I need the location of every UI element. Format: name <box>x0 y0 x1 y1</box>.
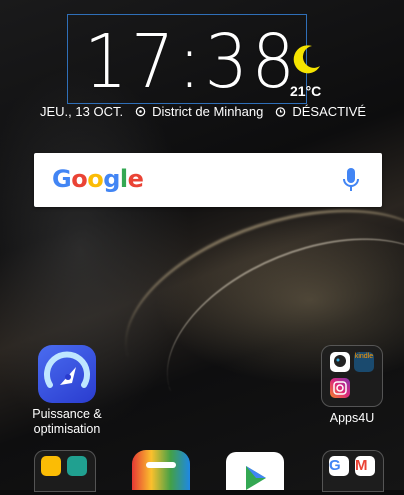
moon-icon <box>293 45 320 74</box>
kindle-label: kindle <box>354 353 374 360</box>
play-store-icon[interactable] <box>226 452 284 490</box>
alarm-clock-icon <box>276 107 286 117</box>
date-location-alarm-line: JEU., 13 OCT. District de Minhang DÉSACT… <box>40 104 366 119</box>
bottom-folder-left[interactable] <box>34 450 96 492</box>
date-text[interactable]: JEU., 13 OCT. <box>40 104 123 119</box>
location-pin-icon <box>135 106 146 117</box>
temperature[interactable]: 21°C <box>290 83 321 99</box>
google-app-icon: G <box>329 456 349 476</box>
kindle-app-icon: kindle <box>354 352 374 372</box>
folder-label: Apps4U <box>329 411 375 425</box>
photos-app-icon[interactable] <box>132 450 190 490</box>
notes-app-icon <box>330 352 350 372</box>
logo-letter: g <box>103 165 120 193</box>
maps-app-icon <box>41 456 61 476</box>
speedometer-rocket-icon <box>38 345 96 403</box>
instagram-icon <box>330 378 350 398</box>
location-text[interactable]: District de Minhang <box>152 104 263 119</box>
app-label-line2: optimisation <box>33 422 101 436</box>
gmail-icon: M <box>355 456 375 476</box>
bottom-folder-right[interactable]: G M <box>322 450 384 492</box>
app-label-line1: Puissance & <box>32 407 102 421</box>
alarm-status[interactable]: DÉSACTIVÉ <box>292 104 366 119</box>
power-optimization-app[interactable]: Puissance & optimisation <box>22 345 112 437</box>
logo-letter: l <box>119 165 128 193</box>
google-logo: Google <box>52 165 144 193</box>
logo-letter: o <box>87 165 104 193</box>
contacts-app-icon <box>67 456 87 476</box>
logo-letter: o <box>71 165 88 193</box>
logo-letter: G <box>52 165 72 193</box>
microphone-icon[interactable] <box>342 167 360 193</box>
logo-letter: e <box>127 165 144 193</box>
google-search-bar[interactable]: Google <box>34 153 382 207</box>
folder-icon: kindle <box>321 345 383 407</box>
clock-time[interactable]: 17:38 <box>84 22 295 102</box>
apps4u-folder[interactable]: kindle Apps4U <box>312 345 392 426</box>
